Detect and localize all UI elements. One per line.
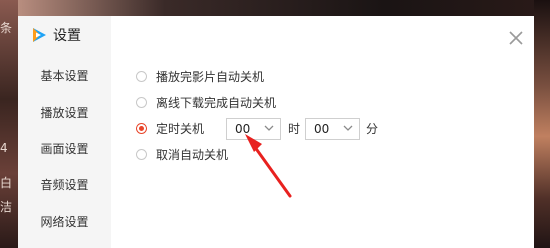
background-top-strip	[0, 0, 550, 16]
annotation-arrow-icon	[245, 134, 292, 198]
background-glyph: 白	[0, 176, 13, 190]
settings-dialog: 设置 基本设置 播放设置 画面设置 音频设置 网络设置 播放完影片自动关机 离线…	[18, 16, 534, 248]
background-glyph: 4	[0, 141, 8, 155]
background-glyph: 条	[0, 21, 13, 35]
background-right-strip	[534, 0, 550, 248]
background-glyph: 洁	[0, 200, 13, 214]
